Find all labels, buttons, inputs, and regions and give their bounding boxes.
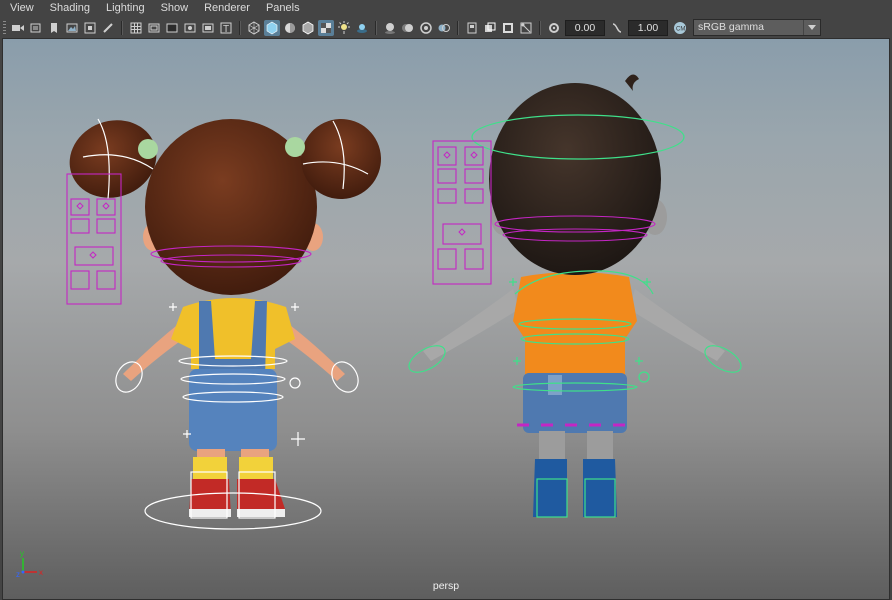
smooth-shade-icon[interactable] — [264, 19, 280, 36]
menu-renderer[interactable]: Renderer — [195, 0, 257, 17]
film-gate-icon[interactable] — [146, 20, 162, 36]
toolbar-separator — [375, 20, 377, 35]
color-management-icon[interactable]: CM — [672, 20, 688, 36]
textured-icon[interactable] — [318, 19, 334, 36]
toolbar-grip-icon — [3, 20, 6, 35]
girl-left-sock — [193, 457, 227, 479]
menu-view[interactable]: View — [0, 0, 41, 17]
2d-pan-zoom-icon[interactable] — [82, 20, 98, 36]
gate-mask-icon[interactable] — [182, 20, 198, 36]
screen-space-ao-icon[interactable] — [382, 20, 398, 36]
boy-right-leg — [587, 431, 613, 461]
wireframe-on-shaded-icon[interactable] — [300, 20, 316, 36]
camera-name-label: persp — [432, 580, 460, 592]
boy-left-leg — [539, 431, 565, 461]
boy-right-boot[interactable] — [583, 459, 617, 517]
girl-left-hairtie — [138, 139, 158, 159]
boy-left-boot[interactable] — [533, 459, 567, 517]
menu-panels[interactable]: Panels — [257, 0, 307, 17]
exposure-icon[interactable] — [546, 20, 562, 36]
default-material-icon[interactable] — [282, 20, 298, 36]
boy-back-pocket — [548, 375, 562, 395]
svg-text:CM: CM — [676, 26, 685, 32]
boy-hair[interactable] — [489, 83, 661, 275]
girl-ik-control[interactable] — [289, 377, 301, 389]
boy-hair-tuft — [625, 74, 639, 91]
viewport-scene: x y z — [16, 74, 742, 579]
girl-left-sole — [189, 509, 231, 517]
chevron-down-icon — [803, 20, 820, 35]
toolbar-separator — [539, 20, 541, 35]
boy-ik-control[interactable] — [638, 371, 650, 383]
axis-z-label: z — [16, 570, 20, 579]
axis-z-dot — [21, 570, 25, 574]
boy-left-arm[interactable] — [423, 289, 519, 361]
xray-active-components-icon[interactable] — [500, 20, 516, 36]
panel-menu-bar: View Shading Lighting Show Renderer Pane… — [0, 0, 892, 17]
gamma-field[interactable]: 1.00 — [628, 19, 668, 36]
use-all-lights-icon[interactable] — [336, 20, 352, 36]
camera-attributes-icon[interactable] — [28, 20, 44, 36]
gamma-icon[interactable] — [609, 20, 625, 36]
image-plane-icon[interactable] — [64, 20, 80, 36]
girl-right-hairtie — [285, 137, 305, 157]
boy-facial-control-panel[interactable] — [432, 140, 492, 285]
view-axis-indicator: x y z — [16, 549, 43, 579]
toolbar-separator — [239, 20, 241, 35]
field-chart-icon[interactable] — [200, 20, 216, 36]
depth-of-field-icon[interactable] — [436, 20, 452, 36]
wireframe-icon[interactable] — [246, 20, 262, 36]
perspective-viewport[interactable]: x y z persp — [2, 38, 890, 600]
girl-shorts[interactable] — [189, 369, 277, 451]
grease-pencil-icon[interactable] — [100, 20, 116, 36]
shadows-icon[interactable] — [354, 20, 370, 36]
xray-icon[interactable] — [482, 20, 498, 36]
resolution-gate-icon[interactable] — [164, 20, 180, 36]
menu-shading[interactable]: Shading — [41, 0, 97, 17]
panel-toolbar: T 0.00 1.00 CM sRGB gamma — [0, 17, 892, 38]
girl-root-control[interactable] — [144, 492, 322, 530]
motion-blur-icon[interactable] — [400, 20, 416, 36]
toolbar-separator — [121, 20, 123, 35]
boy-shirt[interactable] — [513, 272, 637, 377]
boy-right-arm[interactable] — [629, 289, 725, 361]
girl-right-sock — [239, 457, 273, 479]
menu-show[interactable]: Show — [152, 0, 196, 17]
safe-action-icon[interactable]: T — [218, 20, 234, 36]
girl-pole-vector-control[interactable] — [291, 432, 305, 446]
color-space-dropdown[interactable]: sRGB gamma — [693, 19, 821, 36]
grid-icon[interactable] — [128, 20, 144, 36]
axis-x-label: x — [39, 568, 43, 577]
girl-right-sole — [237, 509, 285, 517]
camera-select-icon[interactable] — [10, 20, 26, 36]
toolbar-separator — [457, 20, 459, 35]
maya-viewport-panel: View Shading Lighting Show Renderer Pane… — [0, 0, 892, 600]
xray-joints-icon[interactable] — [518, 20, 534, 36]
menu-lighting[interactable]: Lighting — [97, 0, 152, 17]
exposure-field[interactable]: 0.00 — [565, 19, 605, 36]
color-space-label: sRGB gamma — [698, 21, 764, 33]
bookmarks-icon[interactable] — [46, 20, 62, 36]
multisample-aa-icon[interactable] — [418, 20, 434, 36]
boy-face-panel-border — [432, 140, 492, 285]
isolate-select-icon[interactable] — [464, 20, 480, 36]
axis-y-label: y — [20, 549, 24, 558]
